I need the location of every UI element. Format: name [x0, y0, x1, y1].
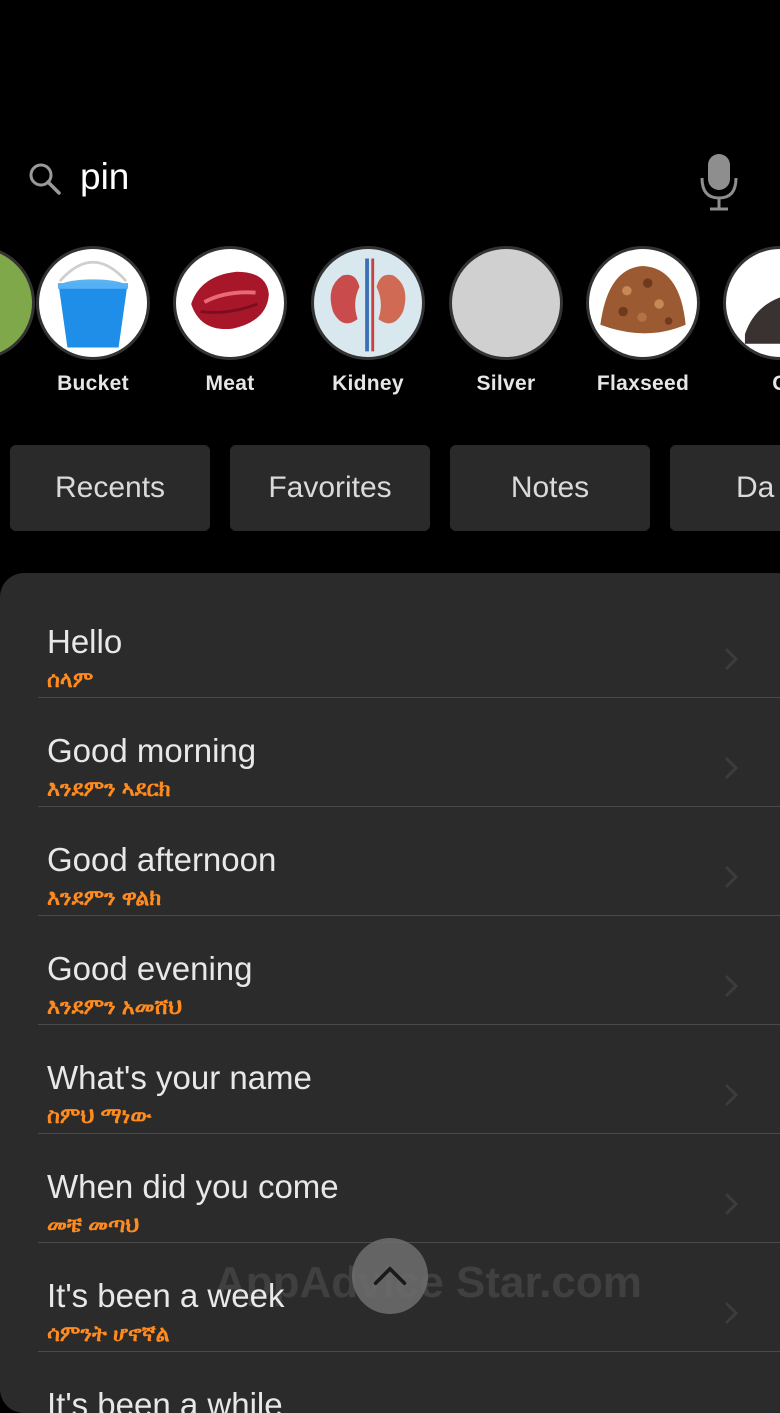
list-item[interactable]: Good evening እንደምን አመሸህ — [38, 916, 780, 1025]
category-item-meat[interactable]: Meat — [170, 246, 290, 396]
phrase-translation: እንደምን ዋልክ — [47, 885, 162, 910]
category-label: Flaxseed — [596, 372, 690, 395]
chevron-right-icon — [724, 756, 738, 780]
tab-partial[interactable]: Da — [670, 445, 780, 531]
chevron-right-icon — [724, 865, 738, 889]
chevron-right-icon — [724, 1083, 738, 1107]
list-item[interactable]: Good morning እንደምን ኣደርክ — [38, 698, 780, 807]
animal-icon — [744, 297, 780, 344]
category-carousel[interactable]: Bucket Meat Kidney Silver Flaxseed — [0, 246, 780, 406]
phrase-english: Good morning — [47, 732, 257, 769]
category-item-kidney[interactable]: Kidney — [308, 246, 428, 396]
list-item[interactable]: What's your name ስምህ ማነው — [38, 1025, 780, 1134]
search-bar[interactable]: pin — [0, 140, 780, 220]
search-icon — [29, 163, 61, 195]
scroll-to-top-button[interactable] — [352, 1238, 428, 1314]
category-label: Meat — [205, 372, 255, 395]
list-item[interactable]: Hello ሰላም — [38, 589, 780, 698]
chevron-right-icon — [724, 647, 738, 671]
phrase-translation: እንደምን ኣደርክ — [47, 776, 171, 801]
tab-recents[interactable]: Recents — [10, 445, 210, 531]
phrase-translation: መቼ መጣህ — [47, 1212, 140, 1237]
list-item[interactable]: Good afternoon እንደምን ዋልክ — [38, 807, 780, 916]
phrase-english: When did you come — [47, 1168, 339, 1205]
category-label: Bucket — [57, 372, 129, 395]
phrase-english: Good afternoon — [47, 841, 277, 878]
flaxseed-icon — [600, 266, 686, 334]
silver-icon — [449, 246, 563, 360]
phrase-english: It's been a while — [47, 1386, 283, 1413]
leaf-icon — [0, 246, 35, 360]
chevron-right-icon — [724, 1192, 738, 1216]
category-label: Silver — [476, 372, 536, 395]
phrase-english: Hello — [47, 623, 123, 660]
phrase-translation: ሳምንት ሆኖኛል — [47, 1321, 170, 1346]
chevron-up-icon — [373, 1266, 407, 1285]
tab-notes[interactable]: Notes — [450, 445, 650, 531]
meat-icon — [191, 271, 269, 330]
category-item-silver[interactable]: Silver — [446, 246, 566, 396]
watermark: AppAdvice Star.com — [214, 1258, 642, 1307]
phrase-translation: እንደምን አመሸህ — [47, 994, 183, 1019]
chevron-right-icon — [724, 974, 738, 998]
category-label: Kidney — [332, 372, 404, 395]
search-input[interactable]: pin — [80, 156, 129, 198]
chevron-right-icon — [724, 1301, 738, 1325]
phrase-english: Good evening — [47, 950, 253, 987]
list-item[interactable]: When did you come መቼ መጣህ — [38, 1134, 780, 1243]
tab-favorites[interactable]: Favorites — [230, 445, 430, 531]
phrase-english: What's your name — [47, 1059, 312, 1096]
category-item-bucket[interactable]: Bucket — [33, 246, 153, 396]
category-label: C — [720, 372, 780, 396]
category-item-partial[interactable]: C — [720, 246, 780, 396]
kidney-icon — [330, 258, 406, 352]
phrase-translation: ስምህ ማነው — [47, 1103, 152, 1128]
phrase-translation: ሰላም — [47, 667, 94, 692]
tab-bar: Recents Favorites Notes Da — [0, 445, 780, 531]
category-item-flaxseed[interactable]: Flaxseed — [583, 246, 703, 396]
microphone-icon[interactable] — [698, 152, 740, 214]
list-item[interactable]: It's been a while — [38, 1352, 780, 1413]
bucket-icon — [57, 260, 129, 348]
